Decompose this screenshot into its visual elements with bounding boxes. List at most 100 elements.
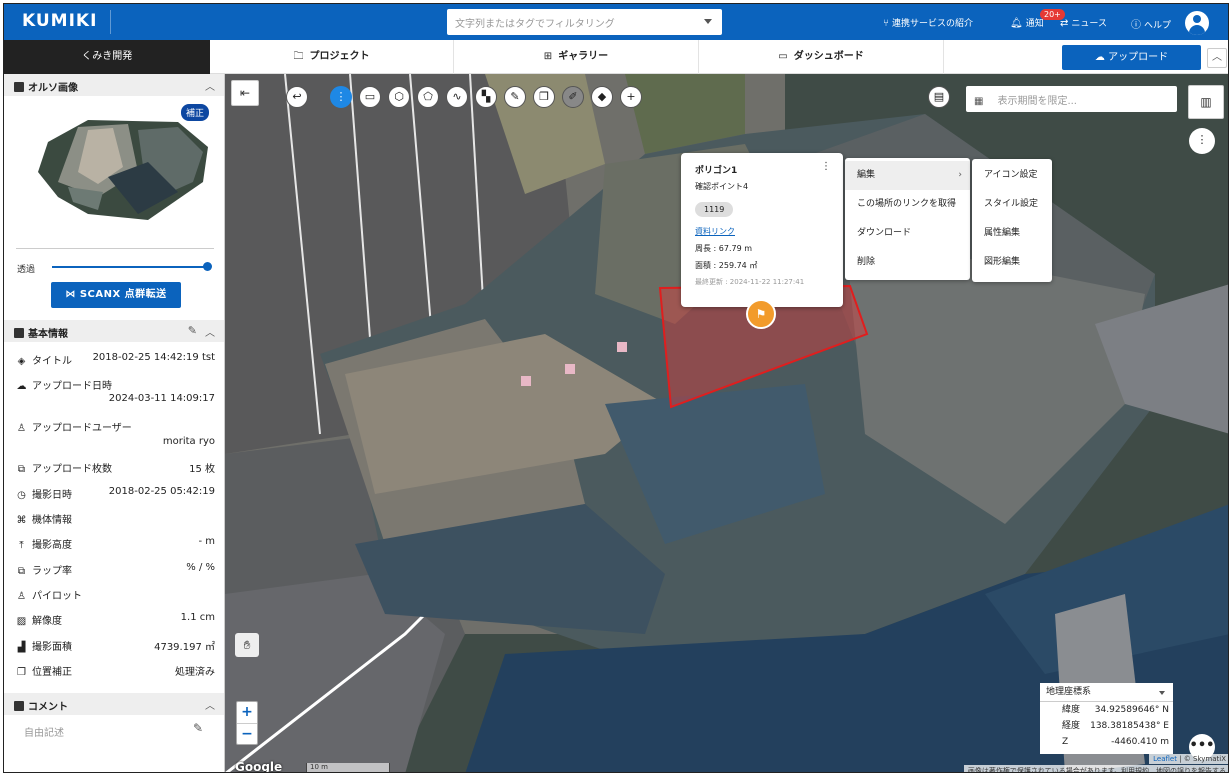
- submenu-item-label: アイコン設定: [984, 170, 1038, 180]
- app-logo[interactable]: KUMIKI: [22, 11, 97, 31]
- info-label: 解像度: [32, 616, 62, 627]
- submenu-item-style-settings[interactable]: スタイル設定: [972, 190, 1052, 219]
- news-link[interactable]: ⇄ ニュース: [1060, 16, 1107, 29]
- info-label: 撮影日時: [32, 490, 72, 501]
- map-icon: ▥: [1200, 95, 1212, 109]
- upload-button[interactable]: ☁ アップロード: [1062, 45, 1201, 70]
- person-icon: ♙: [17, 591, 26, 602]
- latitude-label: 緯度: [1062, 705, 1081, 715]
- flag-marker-icon[interactable]: ⚑: [746, 299, 776, 329]
- basic-info-title: 基本情報: [28, 329, 68, 340]
- grid-edit-icon: ▚: [481, 90, 491, 103]
- menu-item-delete[interactable]: 削除: [845, 248, 970, 277]
- zoom-in-button[interactable]: +: [237, 702, 257, 723]
- more-vertical-icon[interactable]: ⋮: [821, 161, 831, 172]
- calendar-icon: ▦: [974, 96, 984, 107]
- more-horizontal-icon: •••: [1189, 738, 1215, 753]
- elevation-value: -4460.410 m: [1111, 737, 1169, 747]
- copy-tool[interactable]: ❐: [533, 86, 555, 108]
- date-range-input[interactable]: ▦ 表示期間を限定...: [966, 86, 1177, 112]
- menu-item-label: 削除: [857, 257, 876, 267]
- measure-tool[interactable]: ▭: [359, 86, 381, 108]
- submenu-item-icon-settings[interactable]: アイコン設定: [972, 161, 1052, 190]
- info-value: morita ryo: [162, 436, 215, 447]
- tab-dashboard[interactable]: ▭ ダッシュボード: [699, 40, 944, 74]
- coordinate-system-select[interactable]: 地理座標系: [1040, 683, 1173, 702]
- map-view[interactable]: ⇤ ↩ ⋮ ▭ ⬡ ⬠ ∿ ▚ ✎ ❐ ✐ ◆ + ▤ ▦ 表示期間を限定... …: [225, 74, 1228, 772]
- notifications-link[interactable]: 🔔︎ 通知: [1010, 16, 1044, 29]
- user-avatar[interactable]: [1185, 11, 1209, 35]
- cross-section-tool[interactable]: ▚: [475, 86, 497, 108]
- info-value: 2018-02-25 05:42:19: [108, 486, 215, 497]
- 3d-tool[interactable]: ◆: [591, 86, 613, 108]
- print-button[interactable]: ▤: [928, 86, 950, 108]
- feature-updated: 最終更新 : 2024-11-22 11:27:41: [695, 278, 805, 286]
- folder-icon: 🗀: [293, 51, 304, 62]
- scale-bar: 10 m: [306, 763, 390, 772]
- info-value: 15 枚: [189, 464, 215, 475]
- chevron-up-icon[interactable]: ︿: [205, 324, 215, 339]
- annotate-tool[interactable]: ✎: [504, 86, 526, 108]
- help-link[interactable]: ⓘ ヘルプ: [1131, 16, 1171, 31]
- comment-section-header[interactable]: コメント ︿: [4, 693, 224, 715]
- document-link[interactable]: 資料リンク: [695, 226, 829, 237]
- plus-icon: +: [626, 90, 636, 103]
- info-value: 2018-02-25 14:42:19 tst: [92, 352, 215, 363]
- select-tool[interactable]: ⋮: [330, 86, 352, 108]
- comment-input[interactable]: 自由記述: [24, 724, 64, 739]
- info-row-title: ◈ タイトル 2018-02-25 14:42:19 tst: [4, 352, 224, 372]
- feature-context-menu: 編集 › この場所のリンクを取得 ダウンロード 削除: [845, 158, 970, 280]
- divider: [16, 248, 214, 249]
- info-label: タイトル: [32, 356, 72, 367]
- submenu-item-shape-edit[interactable]: 図形編集: [972, 248, 1052, 277]
- add-tool[interactable]: +: [620, 86, 642, 108]
- tab-project[interactable]: 🗀 プロジェクト: [210, 40, 454, 74]
- top-bar: KUMIKI 文字列またはタグでフィルタリング ⑂ 連携サービスの紹介 🔔︎ 通知 …: [4, 4, 1228, 40]
- feature-title: ポリゴン1: [695, 166, 738, 176]
- comment-title: コメント: [28, 702, 68, 713]
- submenu-item-attribute-edit[interactable]: 属性編集: [972, 219, 1052, 248]
- area-tool[interactable]: ⬡: [388, 86, 410, 108]
- map-more-button[interactable]: ⋮: [1189, 128, 1215, 154]
- eraser-tool[interactable]: ✐: [562, 86, 584, 108]
- cloud-upload-icon: ☁: [16, 381, 27, 392]
- tag-filter-select[interactable]: 文字列またはタグでフィルタリング: [447, 9, 722, 35]
- help-label: ヘルプ: [1144, 21, 1172, 31]
- scanx-transfer-button[interactable]: ⋈ SCANX 点群転送: [51, 282, 181, 308]
- ortho-section-header[interactable]: オルソ画像 ︿: [4, 74, 224, 96]
- map-terms[interactable]: 画像は著作権で保護されている場合があります。利用規約 地図の誤りを報告する: [963, 765, 1228, 772]
- integrations-link[interactable]: ⑂ 連携サービスの紹介: [883, 16, 973, 29]
- leaflet-link[interactable]: Leaflet: [1153, 755, 1177, 763]
- coordinate-system-label: 地理座標系: [1046, 687, 1092, 697]
- info-row-upload-count: ⧉ アップロード枚数 15 枚: [4, 460, 224, 480]
- ortho-thumbnail[interactable]: [28, 102, 208, 222]
- collapse-header-button[interactable]: ︿: [1207, 48, 1227, 68]
- polyline-tool[interactable]: ∿: [446, 86, 468, 108]
- chevron-up-icon[interactable]: ︿: [205, 78, 215, 93]
- project-name[interactable]: くみき開発: [4, 40, 210, 74]
- layer-switch-button[interactable]: ▥: [1188, 85, 1224, 119]
- info-label: 撮影面積: [32, 642, 72, 653]
- polygon-tool[interactable]: ⬠: [417, 86, 439, 108]
- pan-hand-button[interactable]: ✋︎: [235, 633, 259, 657]
- feature-tag-chip[interactable]: 1119: [695, 202, 734, 217]
- basic-info-section-header[interactable]: 基本情報 ✎ ︿: [4, 320, 224, 342]
- chevron-up-icon[interactable]: ︿: [205, 697, 215, 712]
- transparency-slider-track[interactable]: [52, 266, 208, 268]
- menu-item-get-link[interactable]: この場所のリンクを取得: [845, 190, 970, 219]
- menu-item-download[interactable]: ダウンロード: [845, 219, 970, 248]
- transparency-slider-handle[interactable]: [203, 262, 212, 271]
- undo-tool[interactable]: ↩: [286, 86, 308, 108]
- pencil-icon[interactable]: ✎: [188, 324, 197, 337]
- news-icon: ⇄: [1060, 18, 1069, 29]
- collapse-sidebar-button[interactable]: ⇤: [231, 80, 259, 106]
- pencil-icon[interactable]: ✎: [193, 721, 203, 735]
- menu-item-label: 編集: [857, 170, 876, 180]
- attribution-text: | © SkymatiX: [1176, 755, 1226, 763]
- person-icon: ♙: [17, 423, 26, 434]
- tab-gallery[interactable]: ⊞ ギャラリー: [454, 40, 699, 74]
- info-label: アップロード枚数: [32, 464, 112, 475]
- zoom-out-button[interactable]: −: [237, 723, 257, 744]
- chevron-up-icon: ︿: [1212, 52, 1222, 63]
- menu-item-edit[interactable]: 編集 ›: [845, 161, 970, 190]
